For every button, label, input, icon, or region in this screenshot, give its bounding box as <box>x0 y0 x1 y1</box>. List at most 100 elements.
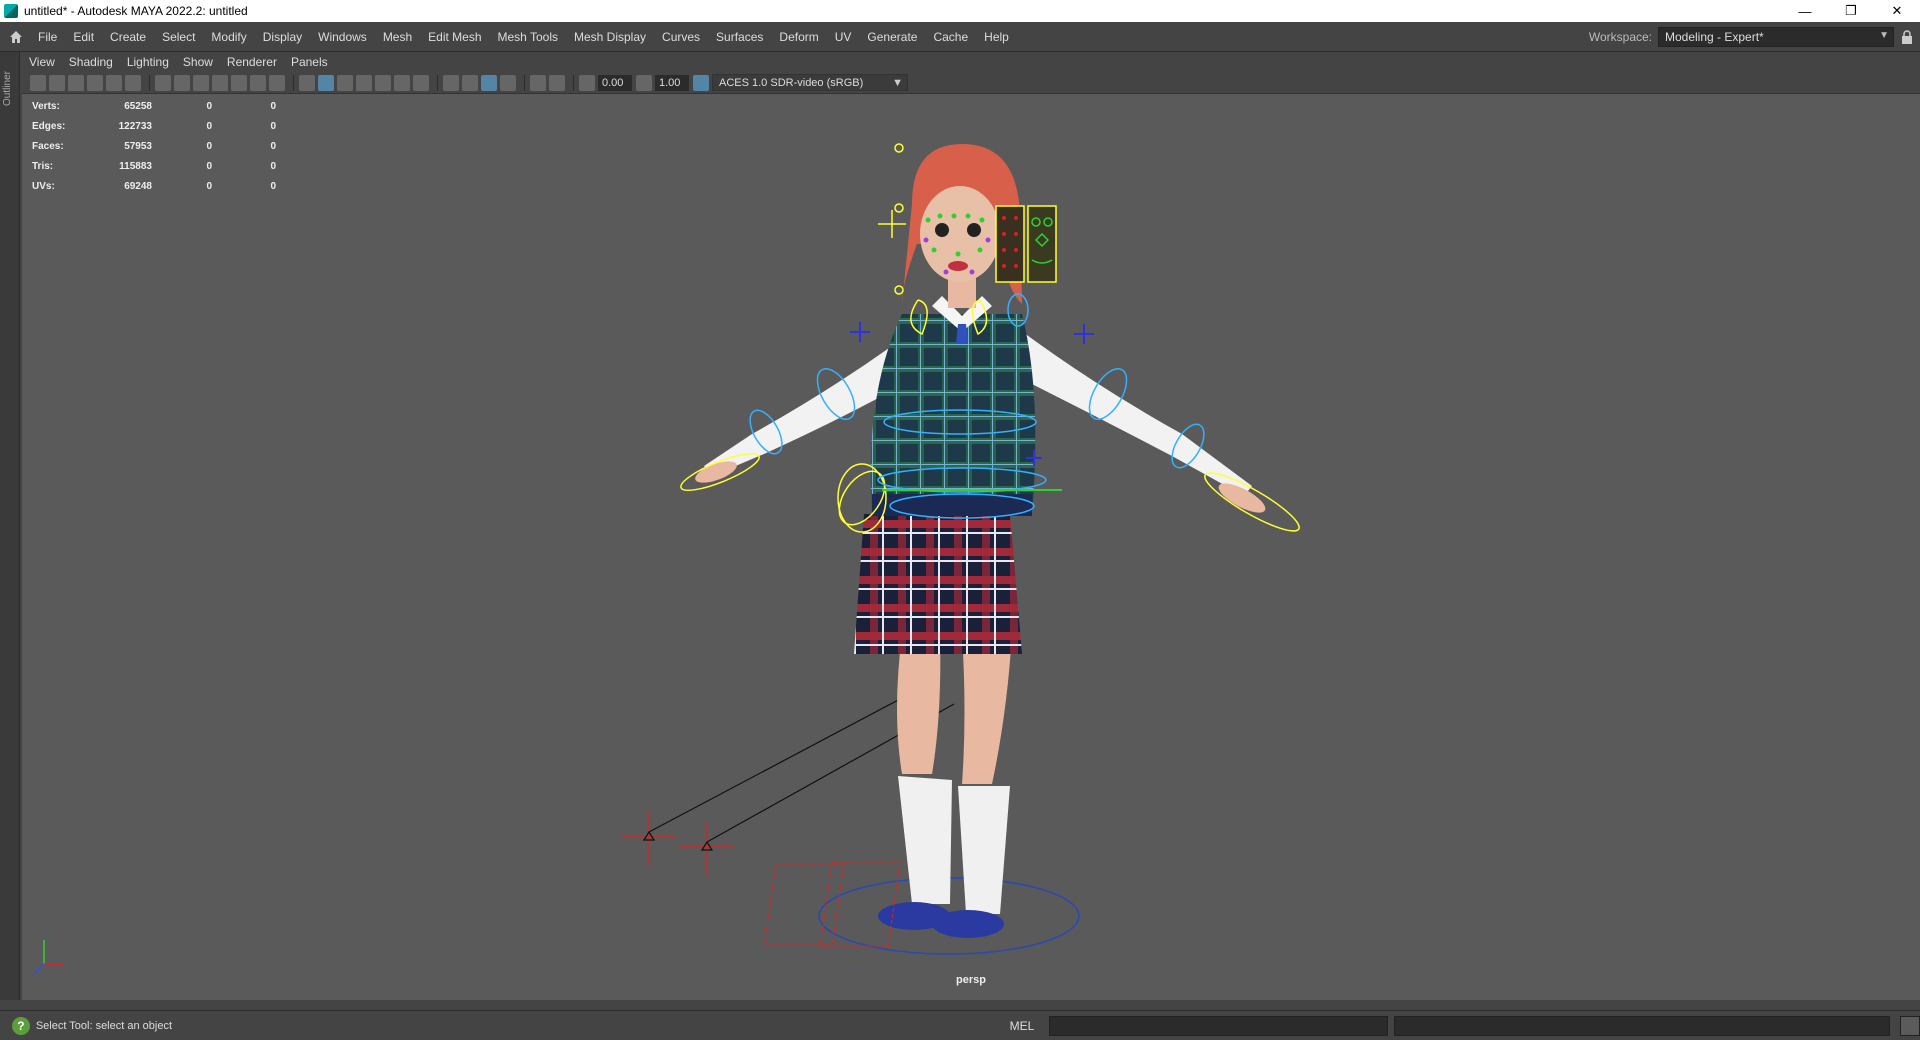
menu-uv[interactable]: UV <box>827 22 860 52</box>
3d-viewport[interactable]: Verts: 65258 0 0 Edges: 122733 0 0 Faces… <box>22 94 1920 998</box>
wireframe-icon[interactable] <box>299 74 315 91</box>
shadows-icon[interactable] <box>413 74 429 91</box>
panel-menu-shading[interactable]: Shading <box>62 55 120 69</box>
help-message: Select Tool: select an object <box>35 1019 173 1032</box>
bookmark-icon[interactable] <box>87 74 103 91</box>
script-editor-icon[interactable] <box>1900 1015 1920 1036</box>
wireframe-on-shaded-icon[interactable] <box>337 74 353 91</box>
workspace-select[interactable]: Modeling - Expert* ▼ <box>1658 26 1894 47</box>
exposure-icon[interactable] <box>579 74 595 91</box>
menu-deform[interactable]: Deform <box>771 22 826 52</box>
smooth-shade-icon[interactable] <box>318 74 334 91</box>
left-eye <box>935 223 949 237</box>
view-transform-value: ACES 1.0 SDR-video (sRGB) <box>719 77 864 89</box>
exposure-field[interactable]: 0.00 <box>598 74 632 91</box>
menu-modify[interactable]: Modify <box>203 22 254 52</box>
menu-cache[interactable]: Cache <box>925 22 976 52</box>
window-title: untitled* - Autodesk MAYA 2022.2: untitl… <box>24 4 248 18</box>
panel-menubar: View Shading Lighting Show Renderer Pane… <box>22 52 1920 72</box>
panel-menu-show[interactable]: Show <box>176 55 220 69</box>
right-sock <box>958 786 1010 914</box>
resolution-gate-icon[interactable] <box>193 74 209 91</box>
lock-icon[interactable] <box>1894 29 1920 44</box>
home-icon[interactable] <box>2 23 30 51</box>
close-button[interactable]: ✕ <box>1874 0 1920 22</box>
pole-vector-control[interactable] <box>622 812 676 866</box>
minimize-button[interactable]: — <box>1782 0 1828 22</box>
film-gate-icon[interactable] <box>174 74 190 91</box>
workspace-label: Workspace: <box>1588 29 1652 44</box>
gamma-field[interactable]: 1.00 <box>655 74 689 91</box>
help-line: ? Select Tool: select an object MEL <box>0 1010 1920 1040</box>
menu-generate[interactable]: Generate <box>859 22 925 52</box>
axis-gizmo <box>33 940 64 975</box>
menu-mesh[interactable]: Mesh <box>375 22 420 52</box>
grid-icon[interactable] <box>155 74 171 91</box>
menu-mesh-display[interactable]: Mesh Display <box>566 22 654 52</box>
left-sock <box>898 776 952 904</box>
ik-pole-line <box>648 697 903 833</box>
motion-blur-icon[interactable] <box>462 74 478 91</box>
panel-toolbar: 0.00 1.00 ACES 1.0 SDR-video (sRGB) ▼ <box>22 72 1920 94</box>
face-ui-panel[interactable] <box>1027 205 1057 283</box>
anti-aliasing-icon[interactable] <box>481 74 497 91</box>
menu-create[interactable]: Create <box>102 22 154 52</box>
left-leg <box>897 634 941 774</box>
character-scene[interactable] <box>22 94 1920 998</box>
isolate-select-icon[interactable] <box>530 74 546 91</box>
plaid-vest <box>870 314 1036 514</box>
gamma-icon[interactable] <box>636 74 652 91</box>
face-ui-panel[interactable] <box>995 205 1025 283</box>
chevron-down-icon: ▼ <box>1879 29 1889 41</box>
workspace-value: Modeling - Expert* <box>1665 29 1764 44</box>
camera-lock-icon[interactable] <box>49 74 65 91</box>
mel-label[interactable]: MEL <box>1010 1019 1046 1033</box>
help-icon[interactable]: ? <box>12 1016 30 1035</box>
depth-of-field-icon[interactable] <box>500 74 516 91</box>
menu-help[interactable]: Help <box>976 22 1017 52</box>
chevron-down-icon: ▼ <box>892 77 903 89</box>
gate-mask-icon[interactable] <box>212 74 228 91</box>
field-chart-icon[interactable] <box>231 74 247 91</box>
menu-display[interactable]: Display <box>255 22 310 52</box>
restore-button[interactable]: ❐ <box>1828 0 1874 22</box>
pencil-icon[interactable] <box>125 74 141 91</box>
safe-title-icon[interactable] <box>269 74 285 91</box>
menu-file[interactable]: File <box>30 22 65 52</box>
ambient-occlusion-icon[interactable] <box>443 74 459 91</box>
outliner-sidebar[interactable]: Outliner <box>0 52 20 1000</box>
camera-attributes-icon[interactable] <box>68 74 84 91</box>
panel-menu-renderer[interactable]: Renderer <box>220 55 284 69</box>
panel-menu-view[interactable]: View <box>22 55 62 69</box>
main-menubar: File Edit Create Select Modify Display W… <box>0 22 1920 52</box>
pole-vector-control[interactable] <box>680 822 734 876</box>
use-all-lights-icon[interactable] <box>394 74 410 91</box>
camera-select-icon[interactable] <box>30 74 46 91</box>
right-shoe <box>932 910 1004 938</box>
menu-select[interactable]: Select <box>154 22 203 52</box>
maya-logo-icon <box>4 4 18 18</box>
xray-joints-icon[interactable] <box>549 74 565 91</box>
textured-icon[interactable] <box>356 74 372 91</box>
xray-icon[interactable] <box>375 74 391 91</box>
panel-menu-lighting[interactable]: Lighting <box>120 55 176 69</box>
command-result-field <box>1394 1015 1891 1036</box>
safe-action-icon[interactable] <box>250 74 266 91</box>
mouth <box>948 261 968 271</box>
menu-windows[interactable]: Windows <box>310 22 375 52</box>
image-plane-icon[interactable] <box>106 74 122 91</box>
right-leg <box>962 634 1012 784</box>
menu-edit-mesh[interactable]: Edit Mesh <box>420 22 489 52</box>
right-eye <box>967 223 981 237</box>
panel-menu-panels[interactable]: Panels <box>284 55 335 69</box>
menu-curves[interactable]: Curves <box>654 22 708 52</box>
menu-surfaces[interactable]: Surfaces <box>708 22 771 52</box>
camera-label: persp <box>956 974 986 986</box>
menu-mesh-tools[interactable]: Mesh Tools <box>490 22 566 52</box>
title-bar: untitled* - Autodesk MAYA 2022.2: untitl… <box>0 0 1920 22</box>
view-transform-select[interactable]: ACES 1.0 SDR-video (sRGB) ▼ <box>712 74 908 91</box>
menu-edit[interactable]: Edit <box>65 22 102 52</box>
outliner-tab[interactable]: Outliner <box>2 58 16 118</box>
color-management-icon[interactable] <box>693 74 709 91</box>
command-line-input[interactable] <box>1049 1015 1389 1036</box>
